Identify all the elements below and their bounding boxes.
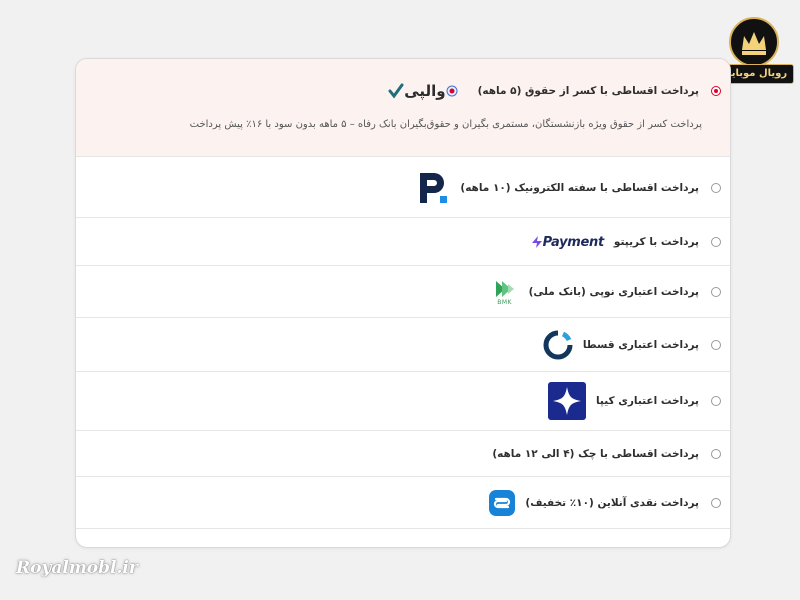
payment-options-panel: پرداخت اقساطی با کسر از حقوق (۵ ماهه) وا… [75,58,731,548]
radio-button[interactable] [711,237,721,247]
p-logo [416,171,450,205]
ghesta-logo [543,330,573,360]
site-watermark: Royalmobl.ir [16,558,138,578]
lightning-four-icon [531,236,542,248]
bmk-logo: BMK [491,279,519,306]
option-label: پرداخت اعتباری قسطا [582,339,699,351]
option-label: پرداخت با کریپتو [613,236,699,248]
radio-button[interactable] [711,86,721,96]
radio-button[interactable] [711,449,721,459]
payment-option-cheque[interactable]: پرداخت اقساطی با چک (۴ الی ۱۲ ماهه) [76,431,730,477]
payment-option-wallpay[interactable]: پرداخت اقساطی با کسر از حقوق (۵ ماهه) وا… [76,59,730,157]
bmk-text: BMK [497,298,512,306]
radio-button[interactable] [711,183,721,193]
target-icon [446,85,458,97]
option-label: پرداخت اعتباری نوپی (بانک ملی) [528,286,699,298]
option-label: پرداخت نقدی آنلاین (۱۰٪ تخفیف) [525,497,699,509]
option-description: پرداخت کسر از حقوق ویژه بازنشستگان، مستم… [189,119,702,130]
payment-option-online-cash[interactable]: پرداخت نقدی آنلاین (۱۰٪ تخفیف) [76,477,730,529]
check-mark-icon [388,83,404,99]
payment-text: Payment [542,234,605,250]
payment4-logo: Payment [529,235,604,250]
payment-option-noopay[interactable]: پرداخت اعتباری نوپی (بانک ملی) BMK [76,266,730,318]
payment-option-crypto[interactable]: پرداخت با کریپتو Payment [76,218,730,266]
payment-option-e-promissory[interactable]: پرداخت اقساطی با سفته الکترونیک (۱۰ ماهه… [76,157,730,218]
radio-button[interactable] [711,396,721,406]
wallpay-logo: والپی [384,82,467,100]
wallpay-text: والپی [404,82,446,100]
radio-button[interactable] [711,340,721,350]
kipa-logo [547,382,586,420]
payment-option-kipa[interactable]: پرداخت اعتباری کیپا [76,372,730,431]
option-label: پرداخت اقساطی با چک (۴ الی ۱۲ ماهه) [492,448,699,460]
radio-button[interactable] [711,498,721,508]
option-label: پرداخت اعتباری کیپا [595,395,699,407]
radio-button[interactable] [711,287,721,297]
online-pay-logo [489,490,516,516]
option-label: پرداخت اقساطی با کسر از حقوق (۵ ماهه) [477,85,699,97]
option-label: پرداخت اقساطی با سفته الکترونیک (۱۰ ماهه… [460,182,699,194]
payment-option-ghesta[interactable]: پرداخت اعتباری قسطا [76,318,730,372]
